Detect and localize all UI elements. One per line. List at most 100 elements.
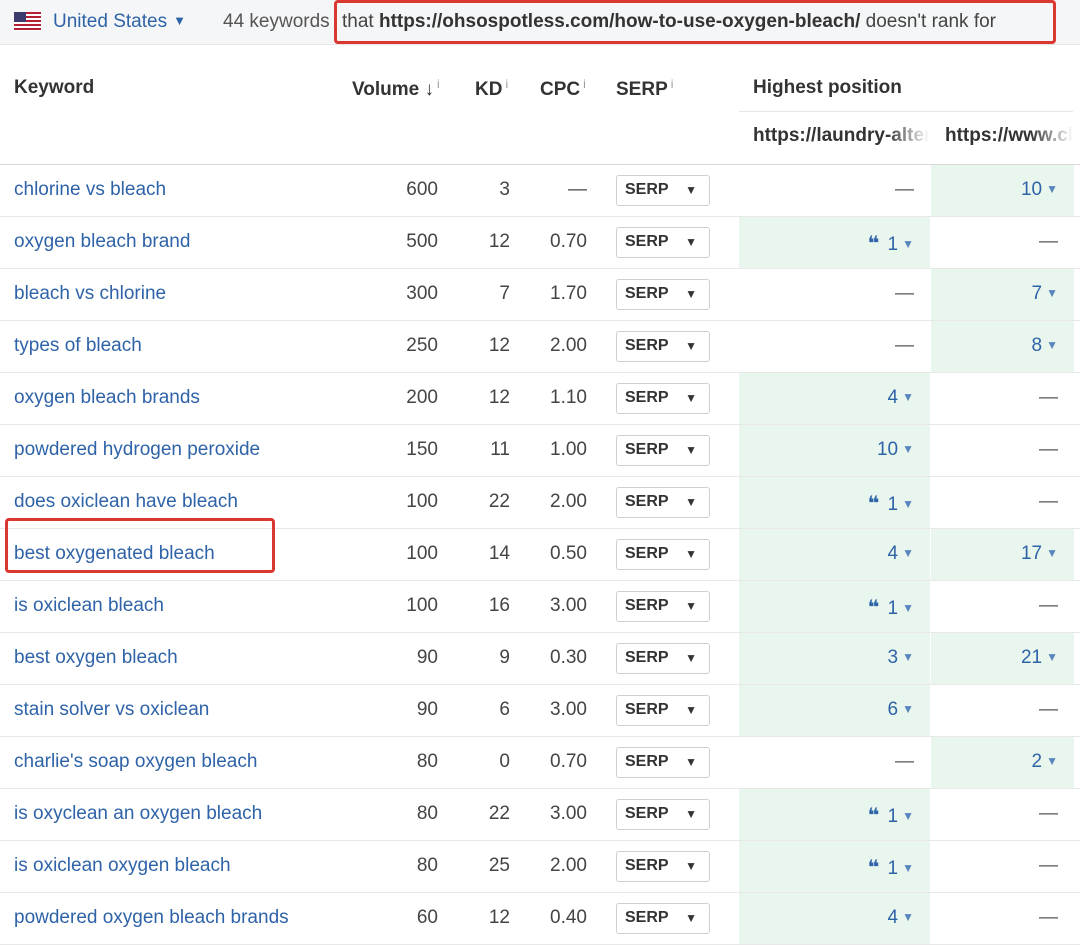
serp-button[interactable]: SERP ▼ (616, 487, 710, 518)
triangle-down-icon: ▼ (1046, 182, 1058, 196)
keyword-link[interactable]: chlorine vs bleach (14, 179, 166, 201)
keyword-link[interactable]: types of bleach (14, 335, 142, 357)
position-value[interactable]: 6 ▼ (888, 699, 914, 721)
serp-label: SERP (625, 545, 669, 562)
kd-value: 12 (488, 387, 510, 408)
triangle-down-icon: ▼ (902, 237, 914, 251)
info-icon[interactable]: i (671, 77, 674, 91)
serp-button[interactable]: SERP ▼ (616, 903, 710, 934)
position-value[interactable]: 10 ▼ (1021, 179, 1058, 201)
position-value[interactable]: 2 ▼ (1032, 751, 1058, 773)
table-row: —7 ▼ bleach vs chlorine 300 7 1.70 SERP ▼ (0, 269, 1080, 321)
cpc-value: 3.00 (550, 699, 587, 720)
table-row: 4 ▼ — oxygen bleach brands 200 12 1.10 SERP ▼ (0, 373, 1080, 425)
header-kd[interactable]: KD i (475, 77, 508, 101)
position-value[interactable]: 4 ▼ (888, 543, 914, 565)
position-value[interactable]: 8 ▼ (1032, 335, 1058, 357)
position-value[interactable]: 7 ▼ (1032, 283, 1058, 305)
no-position: — (895, 751, 914, 772)
serp-button[interactable]: SERP ▼ (616, 175, 710, 206)
position-value[interactable]: ❝ 1 ▼ (868, 595, 914, 620)
position-cell-b: — (931, 217, 1074, 268)
serp-button[interactable]: SERP ▼ (616, 747, 710, 778)
serp-button[interactable]: SERP ▼ (616, 383, 710, 414)
header-competitor-b[interactable]: https://www.cl (945, 125, 1073, 147)
volume-value: 250 (406, 335, 438, 356)
position-value[interactable]: ❝ 1 ▼ (868, 231, 914, 256)
triangle-down-icon: ▼ (902, 809, 914, 823)
position-value[interactable]: 21 ▼ (1021, 647, 1058, 669)
chevron-down-icon: ▼ (685, 859, 697, 873)
table-row: 10 ▼ — powdered hydrogen peroxide 150 11 1.00 S… (0, 425, 1080, 477)
position-value[interactable]: 4 ▼ (888, 387, 914, 409)
keyword-link[interactable]: charlie's soap oxygen bleach (14, 751, 257, 773)
featured-snippet-quote-icon: ❝ (867, 233, 880, 255)
table-row: ❝ 1 ▼ — is oxiclean bleach 100 16 3.00 SERP ▼ (0, 581, 1080, 633)
serp-button[interactable]: SERP ▼ (616, 799, 710, 830)
serp-button[interactable]: SERP ▼ (616, 227, 710, 258)
position-cell-a: 6 ▼ (739, 685, 930, 736)
position-number: 1 (887, 858, 899, 879)
no-position: — (895, 179, 914, 200)
triangle-down-icon: ▼ (902, 601, 914, 615)
no-position: — (1039, 231, 1058, 252)
kd-value: 12 (488, 907, 510, 928)
kd-value: 6 (499, 699, 510, 720)
no-position: — (1039, 491, 1058, 512)
keyword-link[interactable]: stain solver vs oxiclean (14, 699, 209, 721)
position-value[interactable]: ❝ 1 ▼ (868, 803, 914, 828)
keyword-link[interactable]: is oxiclean bleach (14, 595, 164, 617)
volume-value: 90 (416, 699, 438, 720)
header-competitor-a[interactable]: https://laundry-alter (753, 125, 929, 147)
cpc-value: 0.30 (550, 647, 587, 668)
keyword-link[interactable]: is oxiclean oxygen bleach (14, 855, 231, 877)
keyword-link[interactable]: is oxyclean an oxygen bleach (14, 803, 262, 825)
chevron-down-icon: ▼ (173, 13, 186, 28)
serp-button[interactable]: SERP ▼ (616, 331, 710, 362)
volume-value: 80 (416, 751, 438, 772)
serp-button[interactable]: SERP ▼ (616, 591, 710, 622)
header-keyword[interactable]: Keyword (14, 77, 94, 99)
keyword-link[interactable]: bleach vs chlorine (14, 283, 166, 305)
serp-button[interactable]: SERP ▼ (616, 435, 710, 466)
keyword-link[interactable]: oxygen bleach brand (14, 231, 190, 253)
position-cell-a: — (739, 165, 930, 216)
serp-button[interactable]: SERP ▼ (616, 643, 710, 674)
keyword-link[interactable]: best oxygen bleach (14, 647, 178, 669)
info-icon[interactable]: i (437, 77, 440, 91)
chevron-down-icon: ▼ (685, 391, 697, 405)
keyword-link[interactable]: oxygen bleach brands (14, 387, 200, 409)
table-row: 3 ▼ 21 ▼ best oxygen bleach 90 9 0.30 SERP ▼ (0, 633, 1080, 685)
serp-button[interactable]: SERP ▼ (616, 539, 710, 570)
position-cell-a: — (739, 269, 930, 320)
table-row: 4 ▼ — powdered oxygen bleach brands 60 12 0.40… (0, 893, 1080, 945)
volume-value: 60 (416, 907, 438, 928)
header-cpc[interactable]: CPC i (540, 77, 586, 101)
keyword-link[interactable]: powdered hydrogen peroxide (14, 439, 260, 461)
chevron-down-icon: ▼ (685, 911, 697, 925)
position-cell-b: — (931, 425, 1074, 476)
serp-label: SERP (625, 389, 669, 406)
kd-value: 7 (499, 283, 510, 304)
info-icon[interactable]: i (505, 77, 508, 91)
position-value[interactable]: 17 ▼ (1021, 543, 1058, 565)
no-position: — (895, 335, 914, 356)
position-value[interactable]: 3 ▼ (888, 647, 914, 669)
keyword-link[interactable]: does oxiclean have bleach (14, 491, 238, 513)
serp-button[interactable]: SERP ▼ (616, 851, 710, 882)
keyword-link[interactable]: powdered oxygen bleach brands (14, 907, 289, 929)
country-selector[interactable]: United States ▼ (53, 11, 186, 33)
position-value[interactable]: ❝ 1 ▼ (868, 855, 914, 880)
position-value[interactable]: 4 ▼ (888, 907, 914, 929)
chevron-down-icon: ▼ (685, 183, 697, 197)
position-value[interactable]: ❝ 1 ▼ (868, 491, 914, 516)
serp-label: SERP (625, 493, 669, 510)
serp-button[interactable]: SERP ▼ (616, 279, 710, 310)
serp-button[interactable]: SERP ▼ (616, 695, 710, 726)
header-volume[interactable]: Volume ↓ i (352, 77, 440, 101)
info-icon[interactable]: i (583, 77, 586, 91)
annotation-box-row (5, 518, 275, 573)
position-cell-a: ❝ 1 ▼ (739, 789, 930, 840)
position-value[interactable]: 10 ▼ (877, 439, 914, 461)
chevron-down-icon: ▼ (685, 235, 697, 249)
